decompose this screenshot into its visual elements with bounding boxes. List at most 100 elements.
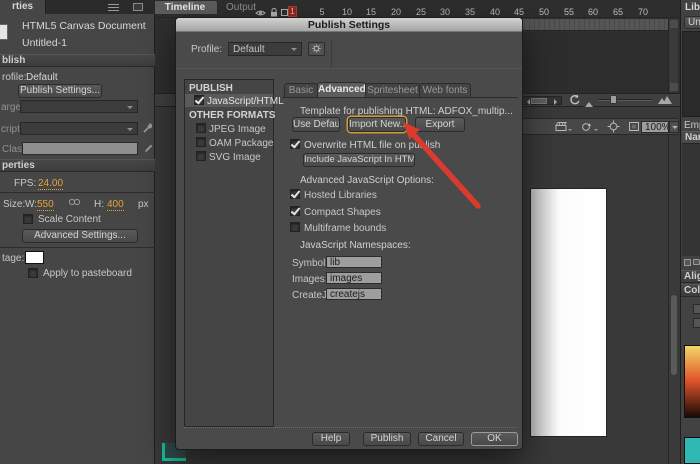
color-panel-button[interactable] xyxy=(693,304,700,314)
dialog-profile-dropdown[interactable]: Default xyxy=(228,42,302,56)
timeline-zoom-out-icon[interactable] xyxy=(585,98,593,107)
overwrite-html-label: Overwrite HTML file on publish xyxy=(304,140,441,151)
stage-color-swatch[interactable] xyxy=(25,251,44,264)
namespaces-label: JavaScript Namespaces: xyxy=(300,240,411,251)
stage-vscroll-thumb[interactable] xyxy=(671,295,677,375)
use-default-button[interactable]: Use Default xyxy=(292,117,340,132)
clip-content-button[interactable] xyxy=(628,121,640,132)
center-frame-button[interactable] xyxy=(607,120,620,133)
tab-basic[interactable]: Basic xyxy=(284,83,318,98)
jpeg-image-checkbox[interactable] xyxy=(196,123,206,133)
hosted-libraries-checkbox[interactable] xyxy=(290,189,300,199)
library-folder-icon[interactable] xyxy=(693,259,700,265)
images-input[interactable]: images xyxy=(326,272,382,284)
ruler-number: 65 xyxy=(612,7,623,17)
apply-to-pasteboard-label: Apply to pasteboard xyxy=(43,268,132,279)
scroll-down-arrow[interactable] xyxy=(670,83,678,91)
tab-timeline[interactable]: Timeline xyxy=(152,0,218,14)
library-document-selector[interactable]: Unt xyxy=(684,16,700,29)
color-panel-button[interactable] xyxy=(693,318,700,328)
timeline-zoom-slider[interactable] xyxy=(598,95,652,104)
height-value[interactable]: 400 xyxy=(107,199,124,211)
properties-section-header[interactable]: perties xyxy=(0,159,155,172)
oam-package-checkbox[interactable] xyxy=(196,137,206,147)
scroll-up-arrow[interactable] xyxy=(670,20,678,28)
color-cyan-swatch[interactable] xyxy=(684,437,700,464)
panel-menu-icon[interactable] xyxy=(108,4,119,11)
ruler-number: 70 xyxy=(637,7,648,17)
dialog-profile-options-button[interactable] xyxy=(308,42,325,56)
jpeg-image-label: JPEG Image xyxy=(209,124,266,135)
tab-output[interactable]: Output xyxy=(226,2,256,13)
wrench-icon xyxy=(143,123,153,133)
tab-spritesheet[interactable]: Spritesheet xyxy=(365,83,420,98)
createjs-input[interactable]: createjs xyxy=(326,288,382,300)
help-button[interactable]: Help xyxy=(312,432,350,446)
tab-properties[interactable]: rties xyxy=(0,0,46,14)
tab-web-fonts[interactable]: Web fonts xyxy=(419,83,471,98)
class-edit-button[interactable] xyxy=(143,142,154,153)
timeline-hscrollbar[interactable] xyxy=(522,96,562,105)
scale-content-checkbox[interactable] xyxy=(23,214,33,224)
document-icon xyxy=(0,24,8,40)
ruler-number: 35 xyxy=(464,7,475,17)
include-javascript-button[interactable]: Include JavaScript In HTML... xyxy=(303,153,415,167)
library-new-item-icon[interactable] xyxy=(684,259,691,266)
tab-advanced[interactable]: Advanced xyxy=(317,82,366,98)
advanced-js-options-label: Advanced JavaScript Options: xyxy=(300,175,434,186)
edit-scene-button[interactable] xyxy=(555,121,567,132)
export-button[interactable]: Export xyxy=(415,117,465,132)
cancel-button[interactable]: Cancel xyxy=(418,432,464,446)
compact-shapes-label: Compact Shapes xyxy=(304,207,381,218)
dialog-titlebar[interactable]: Publish Settings xyxy=(176,18,522,32)
format-row-javascript-html[interactable]: JavaScript/HTML xyxy=(185,94,284,107)
library-panel-title[interactable]: Libra xyxy=(685,2,700,13)
library-name-column-header[interactable]: Nam xyxy=(682,131,700,144)
svg-image-checkbox[interactable] xyxy=(196,151,206,161)
publish-settings-button[interactable]: Publish Settings... xyxy=(18,84,102,98)
profile-label: rofile: xyxy=(2,72,27,83)
overwrite-html-checkbox[interactable] xyxy=(290,139,300,149)
stage-zoom-dropdown-button[interactable] xyxy=(669,121,679,133)
color-gradient-swatch[interactable] xyxy=(684,345,700,418)
link-dimensions-button[interactable] xyxy=(68,197,81,207)
publish-button[interactable]: Publish xyxy=(363,432,411,446)
tab-row-baseline xyxy=(282,97,518,98)
width-value[interactable]: 550 xyxy=(37,199,54,211)
timeline-vscrollbar[interactable] xyxy=(668,19,678,92)
library-list-area[interactable] xyxy=(682,144,700,256)
zoom-slider-thumb[interactable] xyxy=(610,95,617,104)
class-input[interactable] xyxy=(22,142,138,155)
apply-to-pasteboard-checkbox[interactable] xyxy=(28,268,38,278)
stage-canvas[interactable] xyxy=(530,188,607,437)
script-dropdown[interactable] xyxy=(20,122,138,135)
ok-button[interactable]: OK xyxy=(471,432,518,446)
stage-vscrollbar[interactable] xyxy=(668,135,678,464)
align-panel-title[interactable]: Alig xyxy=(681,270,700,283)
scroll-right-arrow[interactable] xyxy=(554,99,560,105)
stage-zoom-value: 100% xyxy=(645,122,669,133)
link-icon xyxy=(68,198,81,206)
publish-header: PUBLISH xyxy=(189,83,233,94)
panel-window-icon[interactable] xyxy=(133,3,143,11)
fps-value[interactable]: 24.00 xyxy=(38,178,64,190)
multiframe-bounds-checkbox[interactable] xyxy=(290,222,300,232)
color-panel-title[interactable]: Colo xyxy=(681,284,700,297)
target-dropdown[interactable] xyxy=(20,100,138,113)
advanced-settings-button[interactable]: Advanced Settings... xyxy=(22,229,138,243)
ruler-number: 20 xyxy=(390,7,401,17)
scroll-left-arrow[interactable] xyxy=(524,99,530,105)
import-new-button[interactable]: Import New... xyxy=(348,117,406,132)
script-settings-button[interactable] xyxy=(142,122,153,133)
timeline-zoom-in-icon[interactable] xyxy=(658,95,672,104)
fps-label: FPS: xyxy=(14,178,37,189)
publish-section-header[interactable]: blish xyxy=(0,54,155,67)
symbols-input[interactable]: lib xyxy=(326,256,382,268)
playhead-marker[interactable]: 1 xyxy=(288,6,297,17)
javascript-html-checkbox[interactable] xyxy=(194,95,204,105)
edit-symbols-button[interactable] xyxy=(580,121,592,132)
loop-playback-button[interactable] xyxy=(568,94,581,106)
stage-zoom-input[interactable]: 100% xyxy=(641,121,669,133)
compact-shapes-checkbox[interactable] xyxy=(290,206,300,216)
hscroll-thumb[interactable] xyxy=(531,98,547,104)
